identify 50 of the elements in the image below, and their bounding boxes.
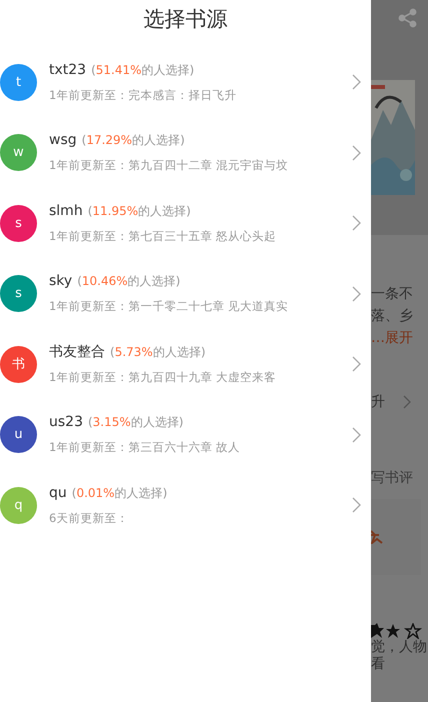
chapter-text: 升 <box>371 393 385 412</box>
chevron-icon <box>352 356 361 372</box>
update-text: 1年前更新至：第九百四十二章 混元宇宙与坟 <box>49 158 289 174</box>
drawer-title: 选择书源 <box>142 6 228 33</box>
source-name: 书友整合 <box>49 343 105 362</box>
source-name: wsg <box>49 132 77 148</box>
comment-text: 看 <box>371 656 386 673</box>
share-text: (17.29%的人选择) <box>82 132 185 150</box>
share-text: (11.95%的人选择) <box>88 202 191 220</box>
share-text: (10.46%的人选择) <box>77 273 180 290</box>
source-item[interactable]: u us23 (3.15%的人选择) 1年前更新至：第三百六十六章 故人 <box>0 400 371 470</box>
chevron-icon <box>403 395 411 409</box>
source-item[interactable]: 书 书友整合 (5.73%的人选择) 1年前更新至：第九百四十九章 大虚空来客 <box>0 329 371 400</box>
intro-text: 落、乡 <box>371 307 414 326</box>
source-item[interactable]: t txt23 (51.41%的人选择) 1年前更新至：完本感言：择日飞升 <box>0 47 371 118</box>
update-text: 1年前更新至：第七百三十五章 怒从心头起 <box>49 228 277 244</box>
source-item[interactable]: s sky (10.46%的人选择) 1年前更新至：第一千零二十七章 见大道真实 <box>0 258 371 329</box>
avatar-icon: s <box>0 204 37 242</box>
intro-text: 一条不 <box>371 285 414 304</box>
share-text: (0.01%的人选择) <box>72 484 168 502</box>
chevron-icon <box>352 74 361 90</box>
source-item[interactable]: q qu (0.01%的人选择) 6天前更新至： <box>0 470 371 540</box>
avatar-icon: u <box>0 416 37 454</box>
chevron-icon <box>352 144 361 161</box>
source-name: us23 <box>49 414 83 430</box>
source-name: slmh <box>49 202 83 219</box>
source-item[interactable]: s slmh (11.95%的人选择) 1年前更新至：第七百三十五章 怒从心头起 <box>0 188 371 258</box>
comment-text: 觉，人物 <box>371 639 428 656</box>
share-text: (3.15%的人选择) <box>88 414 184 432</box>
avatar-icon: q <box>0 486 37 524</box>
update-text: 1年前更新至：完本感言：择日飞升 <box>49 88 238 103</box>
source-name: sky <box>49 273 72 290</box>
source-name: qu <box>49 484 67 501</box>
chevron-icon <box>352 215 361 232</box>
share-text: (5.73%的人选择) <box>110 344 206 362</box>
share-icon[interactable] <box>398 8 418 28</box>
chevron-icon <box>352 497 361 514</box>
chevron-icon <box>352 286 361 302</box>
avatar-icon: t <box>0 64 37 101</box>
update-text: 6天前更新至： <box>49 510 130 526</box>
chevron-icon <box>352 426 361 443</box>
source-name: txt23 <box>49 62 86 78</box>
avatar-icon: 书 <box>0 346 37 383</box>
avatar-icon: s <box>0 275 37 312</box>
update-text: 1年前更新至：第九百四十九章 大虚空来客 <box>49 370 277 386</box>
avatar-icon: w <box>0 134 37 172</box>
update-text: 1年前更新至：第一千零二十七章 见大道真实 <box>49 299 289 314</box>
share-text: (51.41%的人选择) <box>91 62 194 79</box>
source-item[interactable]: w wsg (17.29%的人选择) 1年前更新至：第九百四十二章 混元宇宙与坟 <box>0 118 371 188</box>
update-text: 1年前更新至：第三百六十六章 故人 <box>49 440 241 456</box>
